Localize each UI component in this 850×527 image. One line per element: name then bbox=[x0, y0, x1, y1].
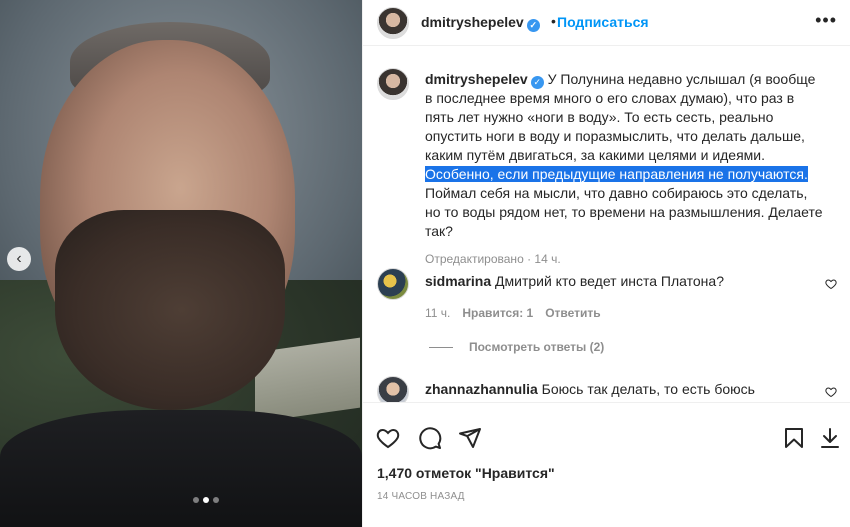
commenter-avatar[interactable] bbox=[377, 376, 409, 402]
download-icon[interactable] bbox=[817, 425, 843, 451]
caption-username[interactable]: dmitryshepelev bbox=[425, 71, 528, 87]
post-header: dmitryshepelev ✓ • Подписаться ••• bbox=[363, 0, 850, 46]
carousel-dot bbox=[213, 497, 219, 503]
like-heart-icon[interactable] bbox=[375, 425, 401, 451]
comment-likes-link[interactable]: Нравится: 1 bbox=[462, 306, 533, 320]
comment-like-icon[interactable] bbox=[825, 278, 837, 290]
comment-meta: 11 ч. Нравится: 1 Ответить bbox=[425, 306, 601, 320]
comment-bubble-icon[interactable] bbox=[417, 425, 443, 451]
comment-like-icon[interactable] bbox=[825, 386, 837, 398]
chevron-left-icon: ‹ bbox=[16, 250, 22, 267]
selected-text: Особенно, если предыдущие направления не… bbox=[425, 166, 808, 182]
carousel-indicator bbox=[193, 497, 219, 503]
replies-divider bbox=[429, 346, 453, 348]
post-photo[interactable]: ‹ bbox=[0, 0, 362, 527]
comment-text: zhannazhannulia Боюсь так делать, то ест… bbox=[425, 381, 800, 402]
post-timestamp: 14 ЧАСОВ НАЗАД bbox=[377, 491, 465, 502]
header-separator: • bbox=[551, 13, 556, 29]
carousel-dot bbox=[193, 497, 199, 503]
carousel-prev-button[interactable]: ‹ bbox=[7, 247, 31, 271]
follow-button[interactable]: Подписаться bbox=[557, 14, 649, 30]
commenter-avatar[interactable] bbox=[377, 268, 409, 300]
share-send-icon[interactable] bbox=[457, 425, 483, 451]
caption-meta: Отредактировано · 14 ч. bbox=[425, 252, 561, 266]
post-details: dmitryshepelev ✓ • Подписаться ••• dmitry… bbox=[362, 0, 850, 527]
save-bookmark-icon[interactable] bbox=[781, 425, 807, 451]
comments-section[interactable]: dmitryshepelev ✓ У Полунина недавно услыш… bbox=[363, 46, 850, 402]
view-replies-button[interactable]: Посмотреть ответы (2) bbox=[429, 340, 604, 354]
author-avatar[interactable] bbox=[377, 7, 409, 39]
verified-badge-icon: ✓ bbox=[530, 76, 544, 89]
comment-age: 11 ч. bbox=[425, 306, 451, 320]
caption-avatar[interactable] bbox=[377, 68, 409, 100]
post-viewer: ‹ dmitryshepelev ✓ • Подписаться ••• dmit… bbox=[0, 0, 850, 527]
comment-text: sidmarina Дмитрий кто ведет инста Платон… bbox=[425, 273, 724, 289]
more-options-icon[interactable]: ••• bbox=[815, 10, 837, 31]
post-actions: 1,470 отметок "Нравится" 14 ЧАСОВ НАЗАД bbox=[363, 402, 850, 527]
photo-shirt bbox=[0, 410, 362, 527]
commenter-username[interactable]: zhannazhannulia bbox=[425, 381, 538, 397]
carousel-dot-active bbox=[203, 497, 209, 503]
author-username[interactable]: dmitryshepelev ✓ bbox=[421, 14, 540, 32]
caption-text: dmitryshepelev ✓ У Полунина недавно услыш… bbox=[425, 71, 823, 239]
photo-beard bbox=[55, 210, 285, 410]
reply-button[interactable]: Ответить bbox=[545, 306, 600, 320]
likes-count[interactable]: 1,470 отметок "Нравится" bbox=[377, 465, 555, 481]
verified-badge-icon: ✓ bbox=[526, 19, 540, 32]
commenter-username[interactable]: sidmarina bbox=[425, 273, 491, 289]
